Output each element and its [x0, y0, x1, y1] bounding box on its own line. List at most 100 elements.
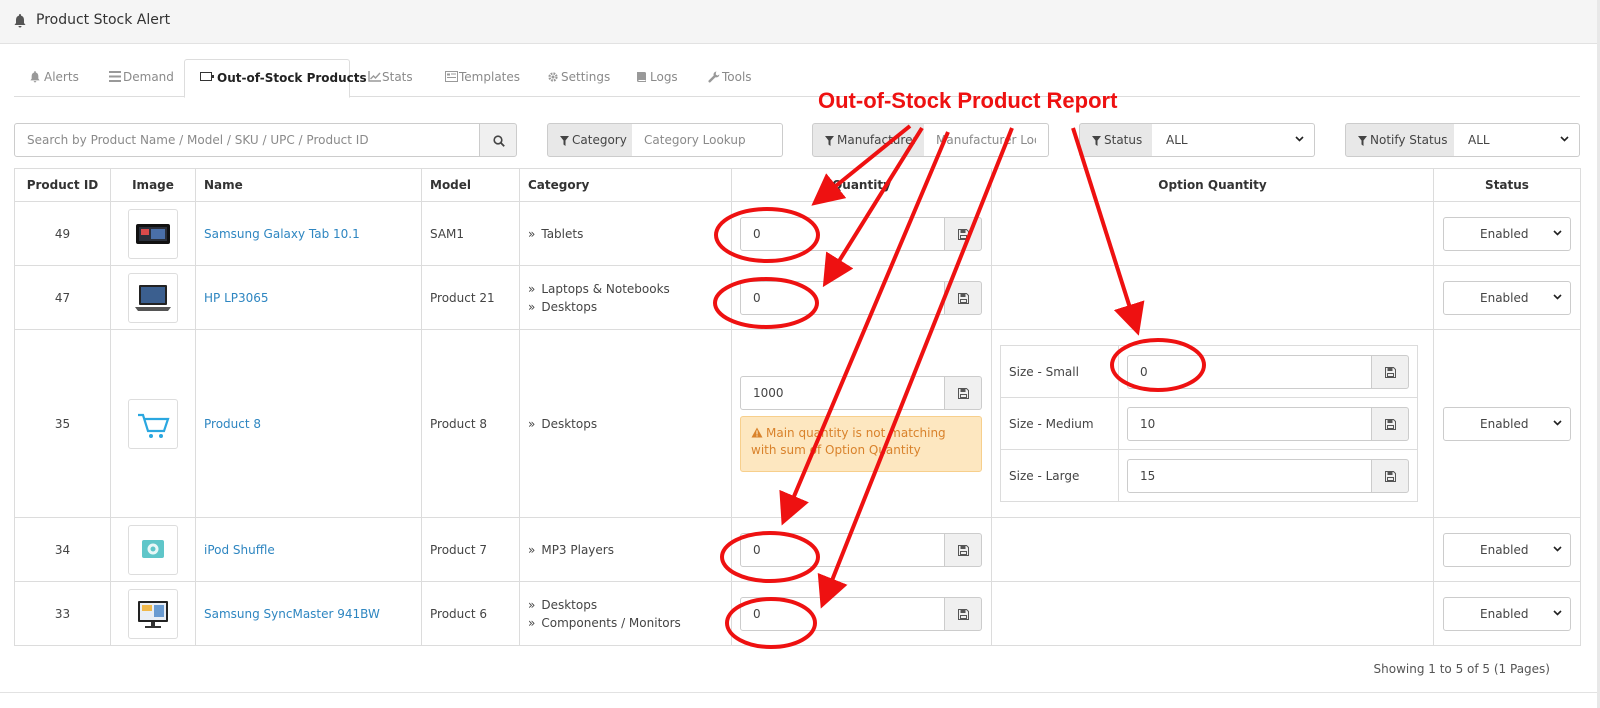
tablet-image [136, 223, 170, 244]
product-thumbnail-laptop[interactable] [128, 272, 178, 323]
chevron-down-icon [1295, 136, 1304, 142]
save-option-quantity-button[interactable] [1371, 406, 1409, 441]
option-label: Size - Medium [1000, 397, 1119, 450]
chevron-down-icon [1560, 136, 1569, 142]
table-row: 33 Samsung SyncMaster 941BW Product 6 » D… [14, 581, 1581, 646]
option-row: Size - Large [1000, 449, 1418, 502]
notify-status-filter-select[interactable]: ALL [1454, 123, 1580, 157]
tab-label: Settings [561, 70, 611, 84]
quantity-input[interactable] [740, 532, 945, 567]
manufacturer-lookup-input[interactable] [924, 123, 1049, 157]
option-quantity-input[interactable] [1127, 354, 1372, 389]
tab-demand[interactable]: Demand [107, 59, 174, 97]
quantity-input[interactable] [740, 375, 945, 410]
product-thumbnail-cart[interactable] [128, 398, 178, 449]
product-name-link[interactable]: Samsung Galaxy Tab 10.1 [204, 227, 360, 241]
shopping-cart-image [138, 413, 170, 438]
status-filter-label: Status [1079, 123, 1153, 157]
table-row: 34 iPod Shuffle Product 7 »MP3 Players E… [14, 517, 1581, 582]
product-thumbnail-ipod[interactable] [128, 524, 178, 575]
tab-stats[interactable]: Stats [366, 59, 413, 97]
save-option-quantity-button[interactable] [1371, 458, 1409, 493]
raquo-icon: » [528, 226, 536, 241]
chevron-down-icon [1553, 545, 1562, 552]
tab-bar: Alerts Demand Out-of-Stock Products Stat… [14, 59, 1580, 98]
tab-logs[interactable]: Logs [634, 59, 678, 97]
quantity-editor [740, 532, 982, 567]
product-name-link[interactable]: Samsung SyncMaster 941BW [204, 607, 380, 621]
quantity-input[interactable] [740, 596, 945, 631]
column-header-status[interactable]: Status [1433, 168, 1581, 202]
table-row: 47 HP LP3065 Product 21 » Laptops & Noteb… [14, 265, 1581, 330]
chevron-down-icon [1553, 293, 1562, 300]
tab-templates[interactable]: Templates [443, 59, 520, 97]
search-button[interactable] [479, 123, 517, 157]
product-name-link[interactable]: HP LP3065 [204, 291, 269, 305]
quantity-editor [740, 280, 982, 315]
product-id-cell: 47 [14, 265, 111, 330]
category-item: » Tablets [528, 226, 584, 241]
warning-icon [751, 427, 763, 437]
list-icon [109, 71, 121, 82]
pagination-summary: Showing 1 to 5 of 5 (1 Pages) [1373, 662, 1550, 676]
quantity-input[interactable] [740, 280, 945, 315]
quantity-editor [740, 596, 982, 631]
column-header-image: Image [110, 168, 196, 202]
status-select[interactable]: Enabled [1443, 406, 1571, 441]
floppy-disk-icon [958, 292, 969, 304]
tab-label: Demand [123, 70, 174, 84]
tab-label: Stats [382, 70, 413, 84]
save-option-quantity-button[interactable] [1371, 354, 1409, 389]
option-quantity-input[interactable] [1127, 458, 1372, 493]
tab-alerts[interactable]: Alerts [28, 59, 79, 97]
tab-label: Logs [650, 70, 678, 84]
bell-icon [14, 14, 26, 28]
category-item: » Laptops & Notebooks [528, 281, 670, 296]
manufacturer-filter-label: Manufacturer [812, 123, 925, 157]
tab-out-of-stock[interactable]: Out-of-Stock Products [184, 59, 367, 98]
quantity-editor [740, 375, 982, 410]
quantity-mismatch-warning: Main quantity is not matching with sum o… [740, 415, 982, 472]
product-thumbnail-tablet[interactable] [128, 208, 178, 259]
floppy-disk-icon [958, 608, 969, 620]
column-header-model[interactable]: Model [421, 168, 520, 202]
quantity-input[interactable] [740, 216, 945, 251]
category-lookup-input[interactable] [632, 123, 783, 157]
save-quantity-button[interactable] [944, 532, 982, 567]
save-quantity-button[interactable] [944, 280, 982, 315]
product-thumbnail-monitor[interactable] [128, 588, 178, 639]
category-filter-label: Category [547, 123, 633, 157]
status-select[interactable]: Enabled [1443, 216, 1571, 251]
status-select[interactable]: Enabled [1443, 532, 1571, 567]
search-icon [493, 135, 505, 147]
product-id-cell: 49 [14, 201, 111, 266]
save-quantity-button[interactable] [944, 375, 982, 410]
product-name-link[interactable]: iPod Shuffle [204, 543, 275, 557]
floppy-disk-icon [958, 544, 969, 556]
model-cell: SAM1 [421, 201, 520, 266]
category-item: » Desktops [528, 597, 598, 612]
raquo-icon: » [528, 281, 536, 296]
column-header-product-id[interactable]: Product ID [14, 168, 111, 202]
option-quantity-input[interactable] [1127, 406, 1372, 441]
status-select[interactable]: Enabled [1443, 280, 1571, 315]
tab-tools[interactable]: Tools [706, 59, 752, 97]
status-select[interactable]: Enabled [1443, 596, 1571, 631]
category-item: » Desktops [528, 299, 598, 314]
save-quantity-button[interactable] [944, 216, 982, 251]
raquo-icon: » [528, 542, 536, 557]
search-input[interactable] [14, 123, 480, 157]
tab-label: Alerts [44, 70, 79, 84]
notify-status-filter-label: Notify Status [1345, 123, 1455, 157]
tab-settings[interactable]: Settings [545, 59, 610, 97]
monitor-image [138, 600, 168, 628]
products-table: Product ID Image Name Model Category Qua… [14, 168, 1581, 646]
tab-label: Tools [722, 70, 752, 84]
column-header-name[interactable]: Name [195, 168, 422, 202]
product-name-link[interactable]: Product 8 [204, 417, 261, 431]
laptop-image [135, 284, 171, 311]
column-header-quantity[interactable]: Quantity [731, 168, 992, 202]
status-filter-select[interactable]: ALL [1152, 123, 1315, 157]
quantity-editor [740, 216, 982, 251]
save-quantity-button[interactable] [944, 596, 982, 631]
